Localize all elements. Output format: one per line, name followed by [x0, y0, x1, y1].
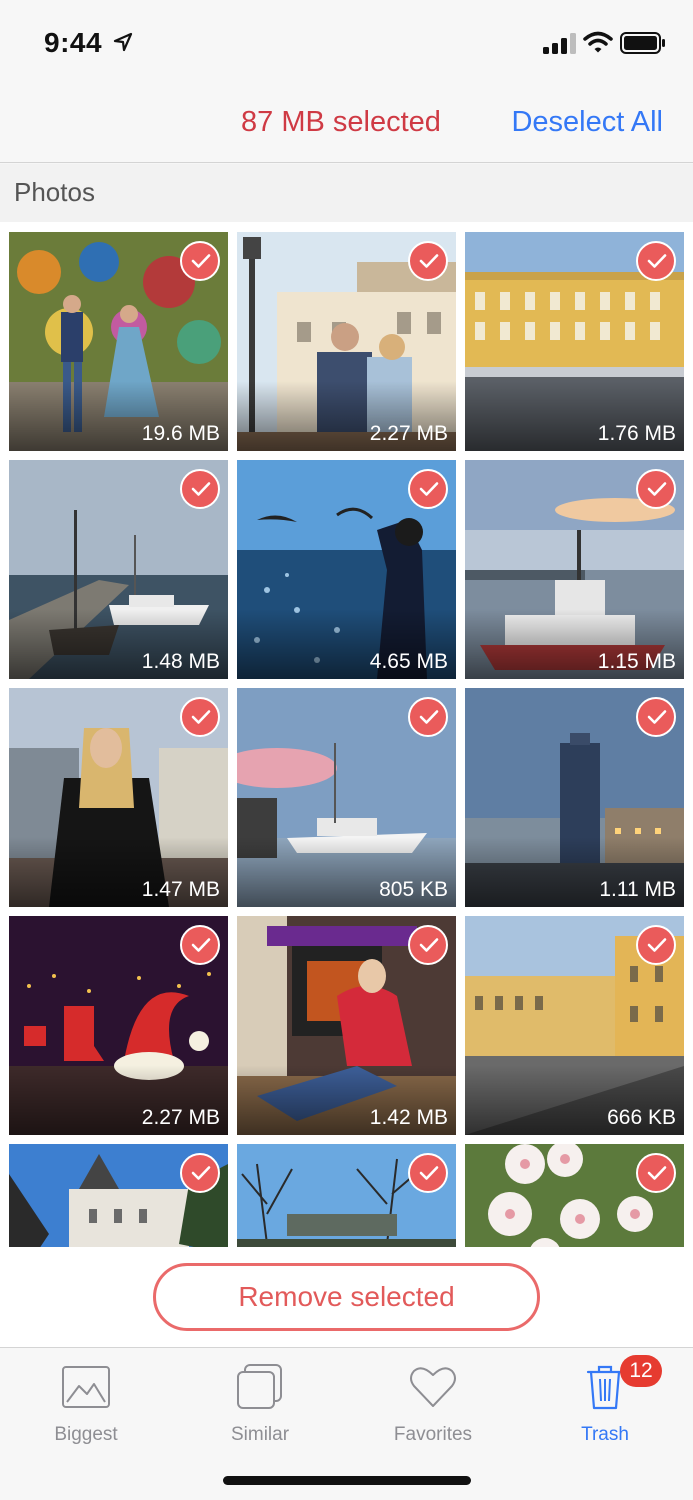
- tab-label: Similar: [230, 1424, 290, 1445]
- tab-similar[interactable]: Similar: [185, 1358, 335, 1448]
- photo-tile[interactable]: [9, 1144, 228, 1247]
- heart-icon: [410, 1367, 456, 1407]
- photo-tile[interactable]: 2.27 MB: [9, 916, 228, 1135]
- tab-label: Biggest: [54, 1424, 118, 1445]
- checkmark-icon[interactable]: [180, 1153, 220, 1193]
- photo-tile[interactable]: 4.65 MB: [237, 460, 456, 679]
- photo-grid: 19.6 MB 2.27 MB 1.76 MB 1.48 MB 4.65 MB …: [0, 222, 693, 1247]
- photo-tile[interactable]: 2.27 MB: [237, 232, 456, 451]
- checkmark-icon[interactable]: [180, 469, 220, 509]
- photo-size-label: 1.47 MB: [141, 878, 220, 901]
- photo-tile[interactable]: 805 KB: [237, 688, 456, 907]
- remove-selected-button[interactable]: Remove selected: [153, 1263, 540, 1331]
- checkmark-icon[interactable]: [408, 697, 448, 737]
- checkmark-icon[interactable]: [180, 925, 220, 965]
- photo-tile[interactable]: [465, 1144, 684, 1247]
- status-time: 9:44: [44, 27, 103, 58]
- wifi-icon: [583, 31, 613, 53]
- section-header: Photos: [0, 164, 693, 222]
- image-icon: [62, 1366, 110, 1408]
- photo-size-label: 1.42 MB: [369, 1106, 448, 1129]
- battery-icon: [620, 32, 665, 54]
- cellular-signal-icon: [543, 33, 576, 54]
- checkmark-icon[interactable]: [180, 241, 220, 281]
- photo-size-label: 1.11 MB: [599, 878, 676, 901]
- photo-tile[interactable]: 1.47 MB: [9, 688, 228, 907]
- photo-size-label: 1.15 MB: [597, 650, 676, 673]
- photo-size-label: 666 KB: [607, 1106, 676, 1129]
- home-indicator: [223, 1476, 471, 1485]
- remove-bar: Remove selected: [0, 1247, 693, 1347]
- photo-tile[interactable]: 1.48 MB: [9, 460, 228, 679]
- photo-size-label: 1.76 MB: [597, 422, 676, 445]
- checkmark-icon[interactable]: [636, 469, 676, 509]
- photo-size-label: 4.65 MB: [369, 650, 448, 673]
- photo-size-label: 1.48 MB: [141, 650, 220, 673]
- photo-tile[interactable]: 1.42 MB: [237, 916, 456, 1135]
- photo-tile[interactable]: 1.15 MB: [465, 460, 684, 679]
- checkmark-icon[interactable]: [408, 469, 448, 509]
- photo-tile[interactable]: 19.6 MB: [9, 232, 228, 451]
- photo-tile[interactable]: 1.76 MB: [465, 232, 684, 451]
- tab-biggest[interactable]: Biggest: [11, 1358, 161, 1448]
- selected-size-label: 87 MB selected: [241, 106, 441, 138]
- photo-size-label: 2.27 MB: [369, 422, 448, 445]
- checkmark-icon[interactable]: [636, 697, 676, 737]
- photo-tile[interactable]: [237, 1144, 456, 1247]
- section-title: Photos: [14, 177, 95, 207]
- checkmark-icon[interactable]: [636, 1153, 676, 1193]
- checkmark-icon[interactable]: [636, 241, 676, 281]
- tab-label: Favorites: [393, 1424, 473, 1445]
- checkmark-icon[interactable]: [408, 925, 448, 965]
- deselect-all-button[interactable]: Deselect All: [511, 106, 663, 139]
- photo-size-label: 805 KB: [379, 878, 448, 901]
- stacked-squares-icon: [237, 1364, 282, 1409]
- checkmark-icon[interactable]: [180, 697, 220, 737]
- status-bar: 9:44: [0, 0, 693, 88]
- location-arrow-icon: [113, 32, 133, 52]
- photo-size-label: 2.27 MB: [141, 1106, 220, 1129]
- checkmark-icon[interactable]: [408, 1153, 448, 1193]
- trash-count-badge: 12: [620, 1355, 662, 1387]
- tab-favorites[interactable]: Favorites: [358, 1358, 508, 1448]
- photo-size-label: 19.6 MB: [141, 422, 220, 445]
- tab-label: Trash: [581, 1424, 629, 1445]
- navigation-bar: 87 MB selected Deselect All: [0, 88, 693, 163]
- photo-tile[interactable]: 1.11 MB: [465, 688, 684, 907]
- checkmark-icon[interactable]: [408, 241, 448, 281]
- photo-tile[interactable]: 666 KB: [465, 916, 684, 1135]
- checkmark-icon[interactable]: [636, 925, 676, 965]
